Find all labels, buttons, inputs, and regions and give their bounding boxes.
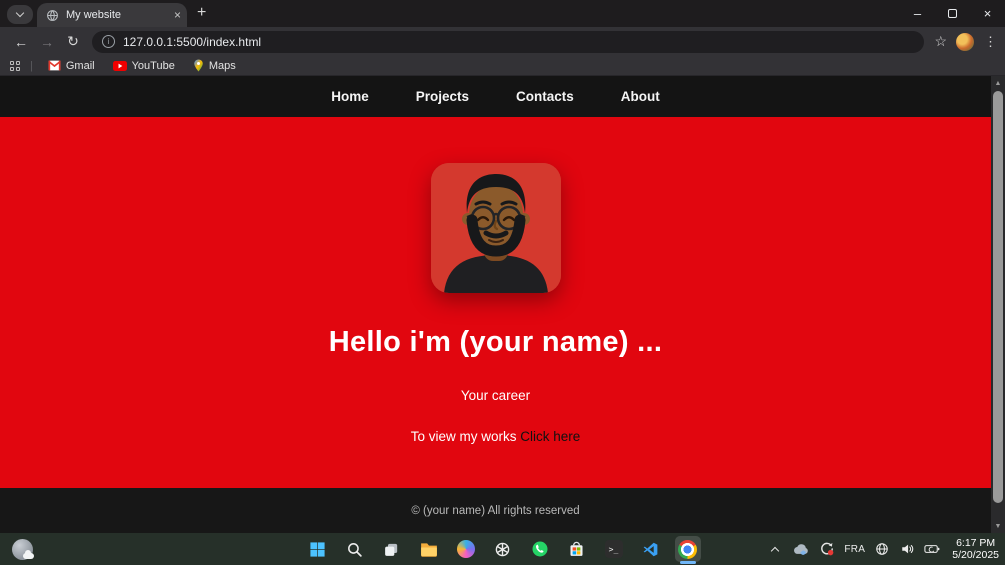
bookmark-youtube[interactable]: YouTube bbox=[108, 58, 180, 74]
nav-link-home[interactable]: Home bbox=[331, 89, 369, 104]
scrollbar[interactable]: ▲ ▼ bbox=[991, 76, 1005, 533]
clock[interactable]: 6:17 PM 5/20/2025 bbox=[949, 537, 999, 561]
refresh-button[interactable]: ↻ bbox=[60, 33, 86, 50]
maximize-icon bbox=[948, 9, 957, 18]
language-indicator[interactable]: FRA bbox=[844, 533, 865, 565]
scroll-down-arrow[interactable]: ▼ bbox=[995, 519, 1002, 533]
chrome-taskbar-icon[interactable] bbox=[674, 536, 701, 564]
site-info-icon[interactable]: i bbox=[102, 35, 115, 48]
browser-window: My website × + – × ← → ↻ i 127.0.0.1:550… bbox=[0, 0, 1005, 533]
address-bar[interactable]: i 127.0.0.1:5500/index.html bbox=[92, 30, 925, 53]
taskbar-center: >_ bbox=[305, 533, 701, 565]
browser-menu-icon[interactable]: ⋮ bbox=[984, 34, 997, 50]
close-button[interactable]: × bbox=[970, 0, 1005, 27]
search-icon[interactable] bbox=[342, 536, 368, 562]
copyright-text: © (your name) All rights reserved bbox=[411, 504, 580, 517]
profile-avatar-button[interactable] bbox=[956, 32, 974, 51]
start-button[interactable] bbox=[305, 536, 331, 562]
nav-link-projects[interactable]: Projects bbox=[416, 89, 469, 104]
vscode-icon[interactable] bbox=[638, 536, 664, 562]
back-button[interactable]: ← bbox=[8, 34, 34, 50]
tray-date: 5/20/2025 bbox=[952, 549, 999, 561]
terminal-icon[interactable]: >_ bbox=[601, 536, 627, 562]
whatsapp-icon[interactable] bbox=[527, 536, 553, 562]
works-prefix: To view my works bbox=[410, 429, 517, 444]
scroll-up-arrow[interactable]: ▲ bbox=[995, 76, 1002, 90]
system-tray: FRA 6:17 PM 5/20/2025 bbox=[767, 533, 999, 565]
browser-tab[interactable]: My website × bbox=[37, 3, 187, 27]
forward-button[interactable]: → bbox=[34, 34, 60, 50]
widgets-weather-icon[interactable] bbox=[12, 538, 34, 560]
tab-search-button[interactable] bbox=[7, 5, 33, 24]
minimize-button[interactable]: – bbox=[900, 0, 935, 27]
onedrive-cloud-icon[interactable] bbox=[792, 533, 810, 565]
tab-title: My website bbox=[66, 9, 122, 21]
task-view-icon[interactable] bbox=[379, 536, 405, 562]
bookmark-label: YouTube bbox=[131, 59, 175, 72]
bookmarks-separator: | bbox=[30, 59, 33, 72]
url-text[interactable]: 127.0.0.1:5500/index.html bbox=[123, 35, 261, 49]
bookmark-label: Gmail bbox=[65, 59, 95, 72]
tab-close-icon[interactable]: × bbox=[174, 9, 181, 21]
file-explorer-icon[interactable] bbox=[416, 536, 442, 562]
bookmark-label: Maps bbox=[208, 59, 236, 72]
gmail-icon bbox=[48, 60, 61, 71]
nav-link-about[interactable]: About bbox=[621, 89, 660, 104]
profile-illustration bbox=[430, 163, 561, 293]
hero-heading: Hello i'm (your name) ... bbox=[328, 326, 663, 358]
youtube-icon bbox=[112, 60, 127, 71]
window-controls: – × bbox=[900, 0, 1005, 27]
microsoft-store-icon[interactable] bbox=[564, 536, 590, 562]
page-viewport: Home Projects Contacts About Hello i'm (… bbox=[0, 76, 1005, 533]
sync-status-icon[interactable] bbox=[819, 533, 835, 565]
maps-pin-icon bbox=[193, 59, 204, 72]
chevron-down-icon bbox=[15, 8, 25, 18]
maximize-button[interactable] bbox=[935, 0, 970, 27]
browser-toolbar: ← → ↻ i 127.0.0.1:5500/index.html ☆ ⋮ bbox=[0, 27, 1005, 56]
site-navbar: Home Projects Contacts About bbox=[0, 76, 991, 117]
career-text: Your career bbox=[460, 388, 531, 403]
scrollbar-thumb[interactable] bbox=[993, 91, 1003, 503]
screen: My website × + – × ← → ↻ i 127.0.0.1:550… bbox=[0, 0, 1005, 565]
chatgpt-icon[interactable] bbox=[490, 536, 516, 562]
hero-section: Hello i'm (your name) ... Your career To… bbox=[0, 117, 991, 488]
site-footer: © (your name) All rights reserved bbox=[0, 488, 991, 533]
tab-strip: My website × + – × bbox=[0, 0, 1005, 27]
tray-chevron-up-icon[interactable] bbox=[767, 533, 783, 565]
globe-favicon-icon bbox=[46, 9, 59, 22]
volume-icon[interactable] bbox=[899, 533, 915, 565]
taskbar: >_ FRA 6:17 PM 5/20/2025 bbox=[0, 533, 1005, 565]
nav-link-contacts[interactable]: Contacts bbox=[516, 89, 574, 104]
battery-icon[interactable] bbox=[924, 533, 940, 565]
tray-time: 6:17 PM bbox=[956, 537, 996, 549]
click-here-link[interactable]: Click here bbox=[520, 429, 580, 444]
works-line: To view my works Click here bbox=[411, 429, 581, 444]
copilot-icon[interactable] bbox=[453, 536, 479, 562]
bookmark-maps[interactable]: Maps bbox=[188, 57, 241, 74]
bookmark-gmail[interactable]: Gmail bbox=[43, 58, 100, 74]
network-icon[interactable] bbox=[874, 533, 890, 565]
apps-grid-icon[interactable] bbox=[10, 60, 20, 71]
bookmark-star-icon[interactable]: ☆ bbox=[934, 33, 947, 50]
bookmarks-bar: | Gmail YouTube Maps bbox=[0, 56, 1005, 76]
new-tab-button[interactable]: + bbox=[197, 4, 206, 22]
